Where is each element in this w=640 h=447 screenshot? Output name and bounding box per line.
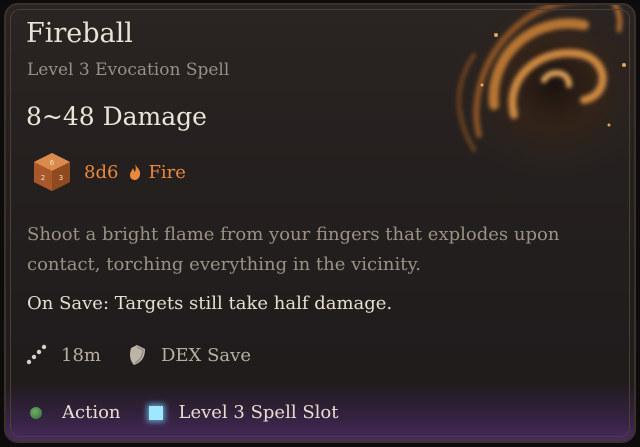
save-shield-icon xyxy=(129,345,145,365)
fireball-art-icon xyxy=(454,5,634,185)
spell-subtitle: Level 3 Evocation Spell xyxy=(27,60,230,80)
range-stat: 18m xyxy=(25,344,101,366)
spell-slot-cost: Level 3 Spell Slot xyxy=(148,402,339,423)
svg-text:3: 3 xyxy=(59,174,63,182)
on-save-text: On Save: Targets still take half damage. xyxy=(27,293,393,314)
damage-range: 8~48 Damage xyxy=(26,102,207,131)
d6-dice-icon: 6 2 3 xyxy=(34,153,70,191)
cost-row: Action Level 3 Spell Slot xyxy=(30,402,366,423)
action-dot-icon xyxy=(30,406,42,419)
spell-name: Fireball xyxy=(26,18,133,49)
damage-type: Fire xyxy=(148,161,186,183)
save-stat: DEX Save xyxy=(127,344,251,366)
action-label: Action xyxy=(62,402,121,423)
flame-icon xyxy=(130,164,141,180)
range-icon xyxy=(26,344,47,365)
save-value: DEX Save xyxy=(160,344,251,366)
spell-description: Shoot a bright flame from your fingers t… xyxy=(27,224,560,275)
stats-row: 18m DEX Save xyxy=(25,344,277,366)
range-value: 18m xyxy=(61,344,101,366)
spell-slot-icon xyxy=(148,405,163,420)
action-cost: Action xyxy=(30,402,121,423)
dice-formula: 8d6 xyxy=(84,161,119,183)
damage-dice-row: 6 2 3 8d6 Fire xyxy=(30,150,186,194)
svg-text:6: 6 xyxy=(50,159,55,167)
svg-text:2: 2 xyxy=(41,174,45,182)
spell-slot-label: Level 3 Spell Slot xyxy=(178,402,339,423)
